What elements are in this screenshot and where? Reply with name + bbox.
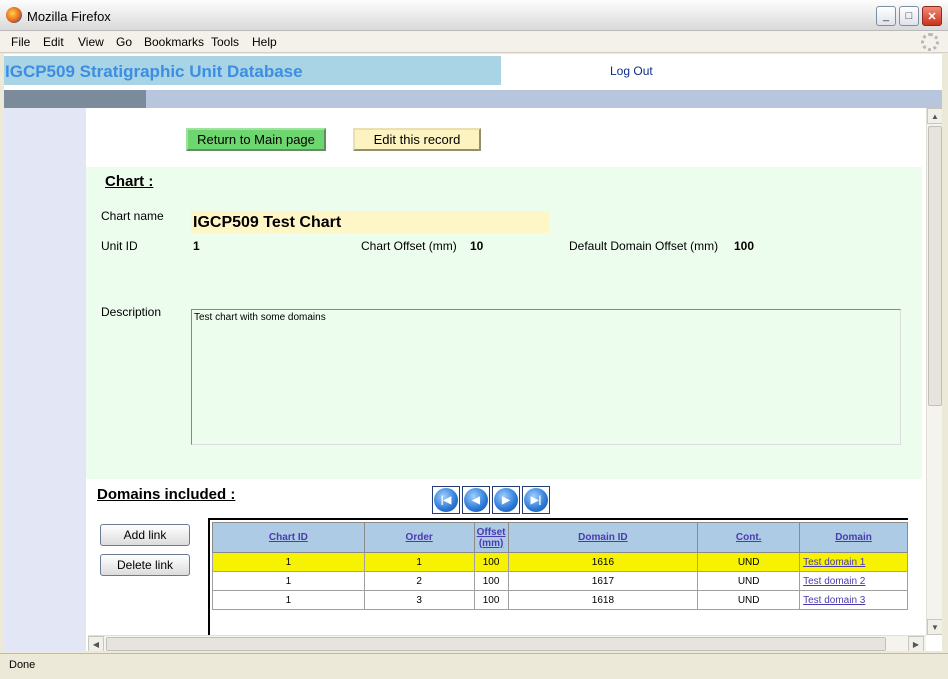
cell-cont: UND: [697, 571, 801, 591]
domains-subform: Chart ID Order Offset (mm) Domain ID Con…: [208, 518, 908, 635]
description-label: Description: [101, 305, 162, 319]
description-field[interactable]: Test chart with some domains: [191, 309, 901, 445]
column-header-domain-id[interactable]: Domain ID: [507, 522, 699, 553]
app-title: IGCP509 Stratigraphic Unit Database: [5, 62, 303, 81]
domains-section-title: Domains included :: [97, 486, 236, 503]
horizontal-scrollbar[interactable]: ◀ ▶: [88, 635, 926, 651]
status-text: Done: [9, 659, 36, 671]
menu-edit[interactable]: Edit: [43, 35, 64, 49]
cell-chart-id: 1: [212, 571, 365, 591]
column-header-chart-id[interactable]: Chart ID: [212, 522, 365, 553]
status-bar: Done: [0, 653, 948, 679]
cell-domain-link[interactable]: Test domain 3: [799, 590, 908, 610]
menu-bar: File Edit View Go Bookmarks Tools Help: [0, 31, 948, 53]
page-viewport: IGCP509 Stratigraphic Unit Database Log …: [4, 54, 942, 651]
record-navigation: |◀ ◀ ▶ ▶|: [432, 486, 550, 514]
previous-record-icon: ◀: [464, 488, 488, 512]
last-record-icon: ▶|: [524, 488, 548, 512]
scroll-up-icon[interactable]: ▲: [927, 108, 942, 124]
column-header-offset[interactable]: Offset (mm): [473, 522, 509, 553]
add-link-button[interactable]: Add link: [100, 524, 190, 546]
domain-offset-value: 100: [734, 239, 755, 253]
menu-view[interactable]: View: [78, 35, 104, 49]
horizontal-scroll-thumb[interactable]: [106, 637, 886, 651]
domain-offset-label: Default Domain Offset (mm): [569, 239, 719, 253]
cell-domain-link[interactable]: Test domain 1: [799, 552, 908, 572]
menu-help[interactable]: Help: [252, 35, 277, 49]
edit-record-button[interactable]: Edit this record: [353, 128, 481, 151]
first-record-icon: |◀: [434, 488, 458, 512]
maximize-button[interactable]: □: [899, 6, 919, 26]
chart-offset-label: Chart Offset (mm): [361, 239, 457, 253]
column-header-domain[interactable]: Domain: [799, 522, 908, 553]
cell-domain-id: 1616: [507, 552, 699, 572]
next-record-icon: ▶: [494, 488, 518, 512]
vertical-scrollbar[interactable]: ▲ ▼: [926, 108, 942, 635]
chart-panel: Chart : Chart name IGCP509 Test Chart Un…: [86, 167, 922, 479]
window-title: Mozilla Firefox: [27, 9, 111, 24]
scroll-right-icon[interactable]: ▶: [908, 636, 924, 651]
domains-table: Chart ID Order Offset (mm) Domain ID Con…: [212, 522, 908, 610]
delete-link-button[interactable]: Delete link: [100, 554, 190, 576]
menu-bookmarks[interactable]: Bookmarks: [144, 35, 204, 49]
app-header: IGCP509 Stratigraphic Unit Database: [4, 56, 501, 85]
firefox-icon: [6, 7, 22, 23]
table-row[interactable]: 1 3 100 1618 UND Test domain 3: [212, 590, 908, 610]
cell-cont: UND: [697, 590, 801, 610]
cell-domain-id: 1617: [507, 571, 699, 591]
column-header-order[interactable]: Order: [363, 522, 475, 553]
previous-record-button[interactable]: ◀: [462, 486, 490, 514]
throbber-icon: [921, 33, 939, 51]
logout-link[interactable]: Log Out: [610, 64, 653, 78]
cell-order: 2: [363, 571, 475, 591]
cell-offset: 100: [473, 552, 509, 572]
left-sidebar: [4, 108, 86, 651]
table-header-row: Chart ID Order Offset (mm) Domain ID Con…: [212, 522, 908, 553]
nav-strip-dark: [4, 90, 146, 108]
scroll-left-icon[interactable]: ◀: [88, 636, 104, 651]
chart-section-title: Chart :: [105, 173, 154, 190]
vertical-scroll-thumb[interactable]: [928, 126, 942, 406]
first-record-button[interactable]: |◀: [432, 486, 460, 514]
menu-file[interactable]: File: [11, 35, 30, 49]
cell-cont: UND: [697, 552, 801, 572]
menu-go[interactable]: Go: [116, 35, 132, 49]
cell-order: 1: [363, 552, 475, 572]
cell-domain-id: 1618: [507, 590, 699, 610]
cell-domain-link[interactable]: Test domain 2: [799, 571, 908, 591]
cell-chart-id: 1: [212, 590, 365, 610]
close-button[interactable]: ✕: [922, 6, 942, 26]
cell-offset: 100: [473, 590, 509, 610]
window-titlebar: Mozilla Firefox _ □ ✕: [0, 0, 948, 31]
nav-strip: [4, 90, 942, 108]
chart-name-value: IGCP509 Test Chart: [191, 211, 549, 233]
cell-offset: 100: [473, 571, 509, 591]
last-record-button[interactable]: ▶|: [522, 486, 550, 514]
domains-section: Domains included : |◀ ◀ ▶ ▶| Add link De…: [86, 480, 922, 635]
chart-offset-value: 10: [470, 239, 484, 253]
table-row[interactable]: 1 1 100 1616 UND Test domain 1: [212, 552, 908, 572]
table-row[interactable]: 1 2 100 1617 UND Test domain 2: [212, 571, 908, 591]
cell-order: 3: [363, 590, 475, 610]
chart-name-label: Chart name: [101, 209, 164, 223]
column-header-cont[interactable]: Cont.: [697, 522, 801, 553]
scroll-down-icon[interactable]: ▼: [927, 619, 942, 635]
next-record-button[interactable]: ▶: [492, 486, 520, 514]
return-main-button[interactable]: Return to Main page: [186, 128, 326, 151]
unit-id-label: Unit ID: [101, 239, 138, 253]
unit-id-value: 1: [193, 239, 200, 253]
main-content: Return to Main page Edit this record Cha…: [86, 108, 922, 635]
cell-chart-id: 1: [212, 552, 365, 572]
minimize-button[interactable]: _: [876, 6, 896, 26]
menu-tools[interactable]: Tools: [211, 35, 239, 49]
